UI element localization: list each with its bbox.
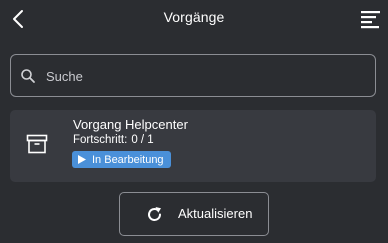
progress-label: Fortschritt: <box>73 134 128 146</box>
app-window: Vorgänge Vorgang Helpcenter Fortschritt:… <box>0 0 388 243</box>
search-icon <box>21 69 35 83</box>
page-title: Vorgänge <box>163 9 225 25</box>
archive-box-icon <box>26 134 48 154</box>
play-icon <box>78 155 86 164</box>
progress-value: 0 / 1 <box>131 134 154 146</box>
search-input[interactable] <box>46 63 366 89</box>
refresh-button[interactable]: Aktualisieren <box>119 192 269 236</box>
search-box[interactable] <box>10 54 376 97</box>
item-title: Vorgang Helpcenter <box>73 117 188 132</box>
status-label: In Bearbeitung <box>92 153 164 166</box>
sort-menu-icon <box>361 11 380 29</box>
progress-row: Fortschritt: 0 / 1 <box>73 134 154 146</box>
refresh-icon <box>148 207 161 221</box>
status-badge: In Bearbeitung <box>72 151 171 168</box>
refresh-label: Aktualisieren <box>178 206 253 221</box>
header-bar: Vorgänge <box>0 0 388 38</box>
sort-menu-button[interactable] <box>360 6 382 30</box>
list-item[interactable]: Vorgang Helpcenter Fortschritt: 0 / 1 In … <box>10 110 376 182</box>
